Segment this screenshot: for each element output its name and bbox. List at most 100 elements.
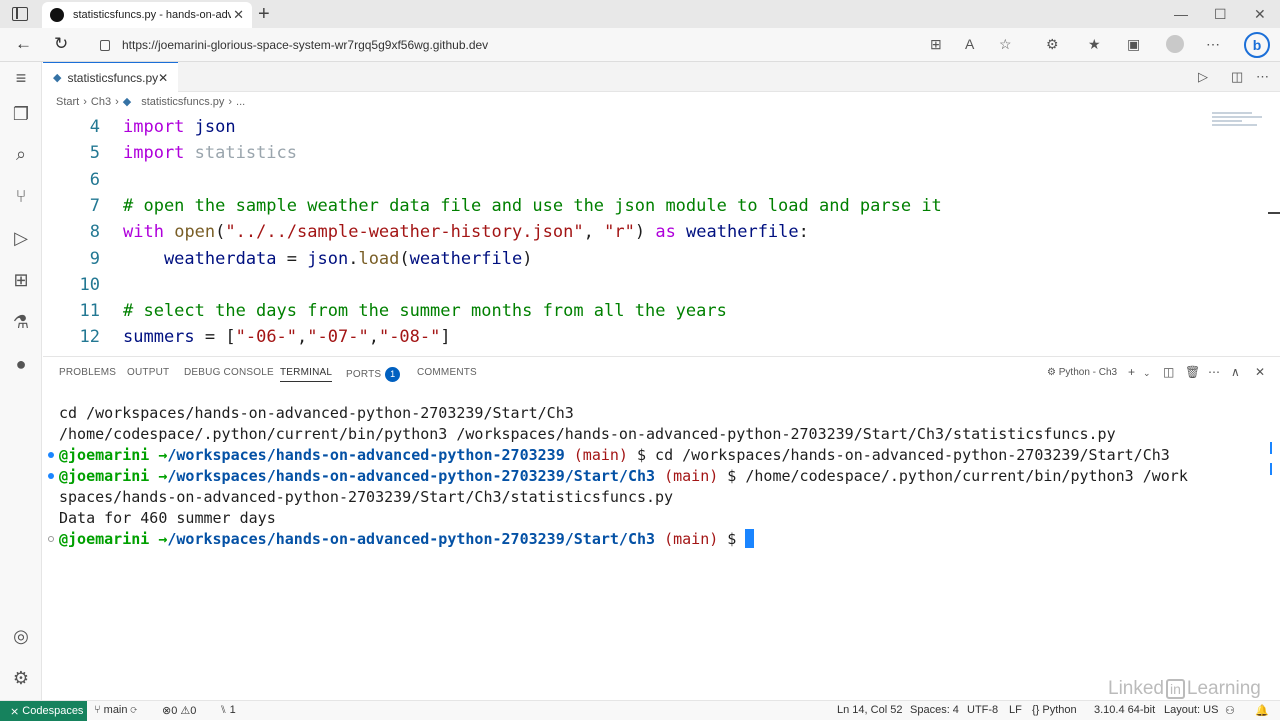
code-line[interactable]: 9 weatherdata = json.load(weatherfile) bbox=[43, 246, 1243, 272]
code-token: with bbox=[123, 222, 164, 243]
line-number: 7 bbox=[89, 195, 100, 216]
breadcrumb-file[interactable]: statisticsfuncs.py bbox=[141, 96, 224, 108]
code-token: weatherfile bbox=[409, 248, 523, 269]
line-source: import statistics bbox=[123, 140, 297, 166]
feedback-icon[interactable]: ⚇ bbox=[1225, 704, 1235, 717]
read-aloud-icon[interactable]: A bbox=[965, 36, 974, 52]
activity-bar: ≡ ❐ ⌕ ⑂ ▷ ⊞ ⚗ ● ◎ ⚙ bbox=[0, 62, 42, 700]
tab-problems[interactable]: PROBLEMS bbox=[59, 367, 116, 378]
breadcrumb-more[interactable]: ... bbox=[236, 96, 245, 108]
command-pending-dot[interactable] bbox=[48, 536, 54, 542]
minimize-icon[interactable]: — bbox=[1174, 6, 1188, 22]
code-line[interactable]: 7 # open the sample weather data file and… bbox=[43, 193, 1243, 219]
code-token: , bbox=[297, 327, 308, 348]
github-view-icon[interactable]: ● bbox=[10, 354, 32, 375]
minimap[interactable] bbox=[1212, 112, 1268, 136]
new-terminal-icon[interactable]: + bbox=[1128, 365, 1135, 379]
code-line[interactable]: 12 summers = ["-06-","-07-","-08-"] bbox=[43, 324, 1243, 350]
terminal-prompt-line: @joemarini →/workspaces/hands-on-advance… bbox=[59, 446, 1170, 464]
indentation[interactable]: Spaces: 4 bbox=[910, 704, 959, 716]
code-line[interactable]: 10 bbox=[43, 272, 1243, 298]
close-window-icon[interactable]: ✕ bbox=[1254, 6, 1266, 23]
tab-output[interactable]: OUTPUT bbox=[127, 367, 169, 378]
search-icon[interactable]: ⌕ bbox=[10, 144, 32, 165]
app-available-icon[interactable]: ⊞ bbox=[930, 36, 942, 53]
python-interpreter[interactable]: 3.10.4 64-bit bbox=[1094, 704, 1155, 716]
end-of-line[interactable]: LF bbox=[1009, 704, 1022, 716]
code-token: # open the sample weather data file and … bbox=[123, 195, 942, 216]
favorite-star-icon[interactable]: ☆ bbox=[999, 36, 1012, 53]
source-control-icon[interactable]: ⑂ bbox=[10, 186, 32, 207]
split-terminal-icon[interactable]: ◫ bbox=[1163, 365, 1174, 379]
code-editor[interactable]: 4 import json 5 import statistics 6 7 # open t… bbox=[43, 114, 1268, 356]
tab-ports[interactable]: PORTS 1 bbox=[346, 367, 401, 382]
browser-tab[interactable]: statisticsfuncs.py - hands-on-advanced-p… bbox=[42, 2, 252, 28]
run-file-icon[interactable]: ▷ bbox=[1198, 69, 1208, 85]
explorer-icon[interactable]: ❐ bbox=[10, 104, 32, 125]
ports-indicator[interactable]: ⑊ 1 bbox=[220, 704, 236, 716]
new-tab-icon[interactable]: + bbox=[258, 3, 270, 26]
accounts-icon[interactable]: ◎ bbox=[10, 626, 32, 647]
menu-icon[interactable]: ≡ bbox=[10, 68, 32, 89]
more-menu-icon[interactable]: ⋯ bbox=[1206, 36, 1220, 53]
terminal-line: /home/codespace/.python/current/bin/pyth… bbox=[59, 425, 1116, 443]
language-mode[interactable]: {} Python bbox=[1032, 704, 1077, 716]
cursor-position[interactable]: Ln 14, Col 52 bbox=[837, 704, 902, 716]
collections-icon[interactable]: ▣ bbox=[1127, 36, 1140, 53]
back-icon[interactable]: ← bbox=[15, 34, 32, 54]
code-line[interactable]: 5 import statistics bbox=[43, 140, 1243, 166]
extensions-view-icon[interactable]: ⊞ bbox=[10, 270, 32, 291]
breadcrumb: Start › Ch3 › ◆ statisticsfuncs.py › ... bbox=[56, 95, 246, 109]
line-source: # select the days from the summer months… bbox=[123, 298, 727, 324]
url-field[interactable]: https://joemarini-glorious-space-system-… bbox=[92, 32, 1032, 58]
code-line[interactable]: 11 # select the days from the summer mont… bbox=[43, 298, 1243, 324]
problems-indicator[interactable]: ⊗0 ⚠0 bbox=[162, 704, 196, 717]
line-number: 11 bbox=[79, 301, 100, 322]
split-editor-icon[interactable]: ◫ bbox=[1231, 69, 1243, 85]
code-line[interactable]: 6 bbox=[43, 167, 1243, 193]
scroll-marker bbox=[1268, 212, 1280, 214]
tab-comments[interactable]: COMMENTS bbox=[417, 367, 477, 378]
tab-actions-icon[interactable] bbox=[12, 7, 28, 21]
line-number: 10 bbox=[79, 274, 100, 295]
close-tab-icon[interactable]: ✕ bbox=[233, 7, 244, 23]
code-line[interactable]: 4 import json bbox=[43, 114, 1243, 140]
breadcrumb-ch3[interactable]: Ch3 bbox=[91, 96, 111, 108]
code-token: ) bbox=[522, 248, 533, 269]
tab-debug-console[interactable]: DEBUG CONSOLE bbox=[184, 367, 274, 378]
branch-indicator[interactable]: ⑂ main ⟳ bbox=[94, 704, 137, 716]
panel-more-icon[interactable]: ⋯ bbox=[1208, 365, 1220, 379]
notifications-bell-icon[interactable]: 🔔 bbox=[1255, 704, 1269, 717]
code-token: , bbox=[583, 222, 605, 243]
code-token: import bbox=[123, 143, 185, 164]
manage-gear-icon[interactable]: ⚙ bbox=[10, 668, 32, 689]
refresh-icon[interactable]: ↻ bbox=[54, 34, 68, 54]
maximize-icon[interactable]: ☐ bbox=[1214, 6, 1227, 23]
testing-icon[interactable]: ⚗ bbox=[10, 312, 32, 333]
code-token: "r" bbox=[604, 222, 635, 243]
command-success-dot[interactable] bbox=[48, 473, 54, 479]
terminal-dropdown-icon[interactable]: ⌄ bbox=[1143, 368, 1151, 379]
close-panel-icon[interactable]: ✕ bbox=[1255, 365, 1265, 379]
remote-indicator[interactable]: ⨯ Codespaces bbox=[0, 701, 87, 721]
sync-icon[interactable]: ⟳ bbox=[128, 704, 138, 716]
scroll-marker bbox=[1270, 463, 1272, 475]
command-success-dot[interactable] bbox=[48, 452, 54, 458]
terminal-selector[interactable]: ⚙ Python - Ch3 bbox=[1047, 367, 1117, 378]
maximize-panel-icon[interactable]: ∧ bbox=[1231, 365, 1240, 379]
favorites-icon[interactable]: ★ bbox=[1088, 36, 1101, 53]
tab-terminal[interactable]: TERMINAL bbox=[280, 367, 333, 382]
editor-tab-statisticsfuncs[interactable]: ◆ statisticsfuncs.py ✕ bbox=[43, 62, 178, 92]
encoding[interactable]: UTF-8 bbox=[967, 704, 998, 716]
extensions-icon[interactable]: ⚙ bbox=[1046, 36, 1059, 53]
close-editor-icon[interactable]: ✕ bbox=[158, 71, 168, 85]
kill-terminal-icon[interactable]: 🗑 bbox=[1185, 365, 1200, 379]
profile-avatar[interactable] bbox=[1166, 35, 1184, 53]
breadcrumb-start[interactable]: Start bbox=[56, 96, 79, 108]
code-line[interactable]: 8 with open("../../sample-weather-history… bbox=[43, 219, 1243, 245]
run-debug-icon[interactable]: ▷ bbox=[10, 228, 32, 249]
keyboard-layout[interactable]: Layout: US bbox=[1164, 704, 1218, 716]
editor-more-icon[interactable]: ⋯ bbox=[1256, 69, 1269, 85]
bing-copilot-icon[interactable]: b bbox=[1244, 32, 1270, 58]
